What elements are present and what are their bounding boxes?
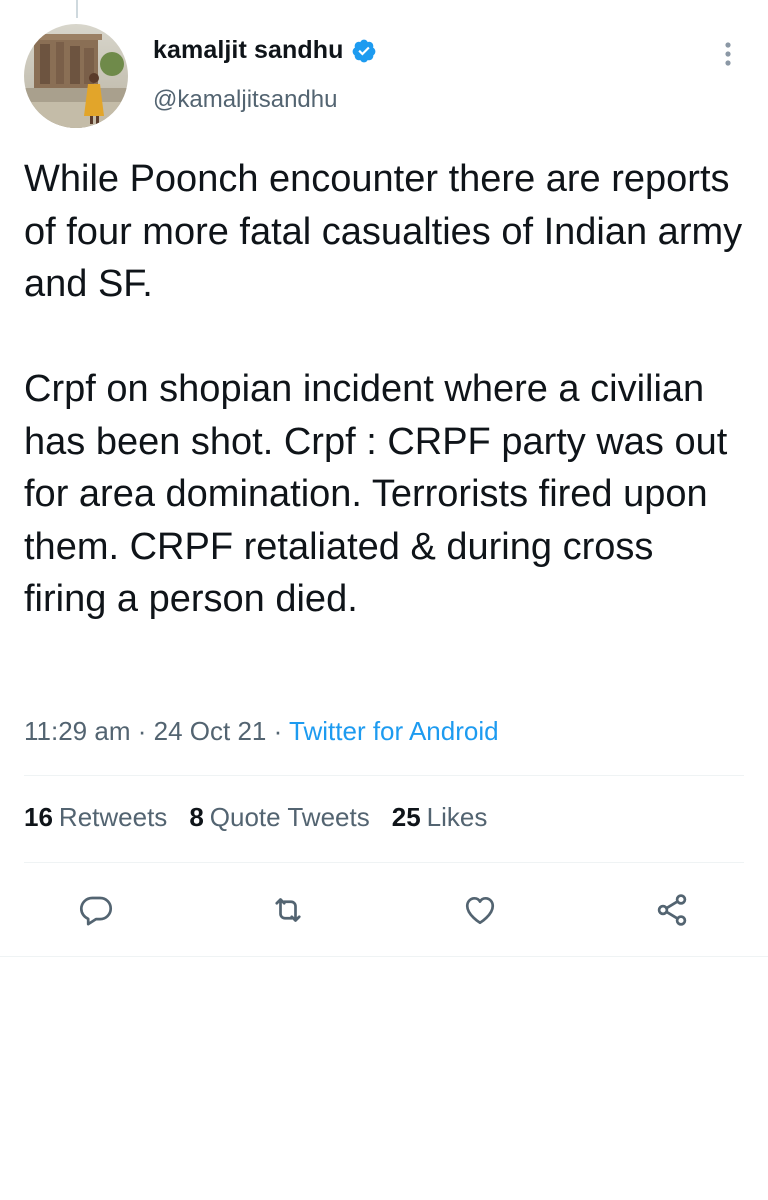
thread-connector-line	[76, 0, 78, 18]
retweets-stat[interactable]: 16 Retweets	[24, 802, 167, 833]
retweet-icon	[269, 892, 307, 933]
author-name-text: kamaljit sandhu	[153, 36, 344, 64]
quote-tweets-label: Quote Tweets	[209, 802, 370, 832]
reply-icon	[78, 892, 114, 933]
likes-stat[interactable]: 25 Likes	[392, 802, 488, 833]
meta-separator: ·	[137, 716, 147, 746]
divider	[24, 775, 744, 776]
share-icon	[653, 892, 691, 933]
meta-separator: ·	[273, 716, 283, 746]
share-button[interactable]	[648, 888, 696, 936]
avatar[interactable]	[24, 24, 128, 128]
engagement-stats: 16 Retweets 8 Quote Tweets 25 Likes	[24, 802, 487, 833]
verified-badge-icon	[351, 38, 377, 64]
tweet-metadata: 11:29 am · 24 Oct 21 · Twitter for Andro…	[24, 716, 499, 747]
like-icon	[461, 892, 499, 933]
like-button[interactable]	[456, 888, 504, 936]
tweet-source-link[interactable]: Twitter for Android	[289, 716, 499, 746]
retweets-count: 16	[24, 802, 53, 832]
likes-label: Likes	[426, 802, 488, 832]
bottom-divider	[0, 956, 768, 957]
tweet-text: While Poonch encounter there are reports…	[24, 158, 743, 620]
quote-tweets-stat[interactable]: 8 Quote Tweets	[189, 802, 369, 833]
more-options-icon[interactable]	[718, 40, 738, 70]
tweet-action-bar	[0, 888, 768, 938]
tweet-time[interactable]: 11:29 am	[24, 716, 130, 746]
author-display-name[interactable]: kamaljit sandhu	[153, 36, 377, 65]
likes-count: 25	[391, 802, 421, 832]
tweet-date[interactable]: 24 Oct 21	[154, 716, 267, 746]
divider	[24, 862, 744, 863]
reply-button[interactable]	[72, 888, 120, 936]
author-handle[interactable]: @kamaljitsandhu	[153, 86, 337, 114]
retweets-label: Retweets	[58, 802, 168, 832]
quote-tweets-count: 8	[189, 802, 204, 832]
retweet-button[interactable]	[264, 888, 312, 936]
